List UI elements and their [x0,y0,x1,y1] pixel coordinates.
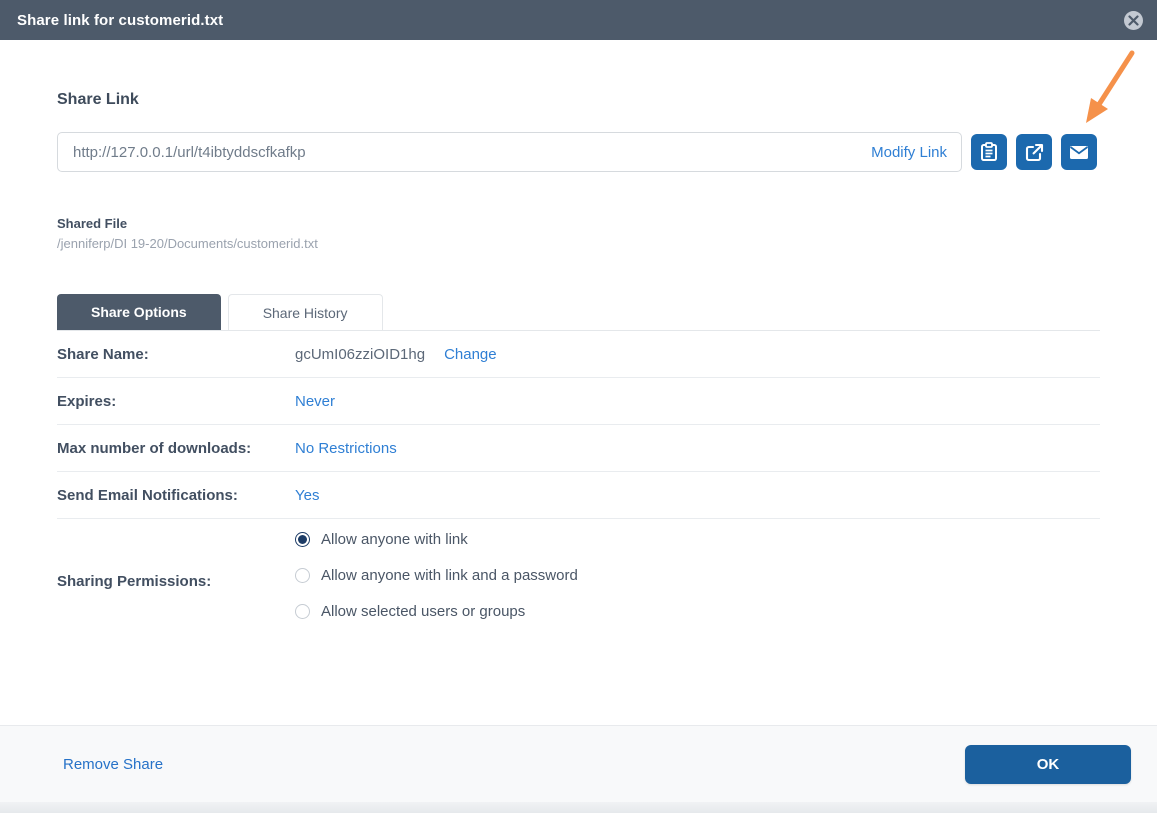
radio-allow-selected-users-or-groups[interactable]: Allow selected users or groups [295,603,578,620]
share-name-row: Share Name: gcUmI06zziOID1hg Change [57,331,1100,378]
shared-file-path: /jenniferp/DI 19-20/Documents/customerid… [57,236,1100,251]
share-name-value: gcUmI06zziOID1hg [295,346,425,363]
email-notifications-row: Send Email Notifications: Yes [57,472,1100,519]
dialog-title: Share link for customerid.txt [17,12,223,29]
copy-link-button[interactable] [971,134,1007,170]
tab-share-options[interactable]: Share Options [57,294,221,330]
share-link-input[interactable]: http://127.0.0.1/url/t4ibtyddscfkafkp Mo… [57,132,962,172]
dialog-footer: Remove Share OK [0,725,1157,802]
radio-allow-anyone-with-link-and-password[interactable]: Allow anyone with link and a password [295,567,578,584]
copy-clipboard-icon [980,142,998,162]
radio-unselected-icon[interactable] [295,568,310,583]
remove-share-link[interactable]: Remove Share [63,756,163,773]
expires-row: Expires: Never [57,378,1100,425]
radio-selected-icon[interactable] [295,532,310,547]
max-downloads-label: Max number of downloads: [57,440,295,457]
share-url-text: http://127.0.0.1/url/t4ibtyddscfkafkp [73,144,871,161]
dialog-body: Share Link http://127.0.0.1/url/t4ibtydd… [57,40,1100,639]
share-name-label: Share Name: [57,346,295,363]
shared-file-section: Shared File /jenniferp/DI 19-20/Document… [57,216,1100,251]
page-background-strip [0,802,1157,813]
open-link-button[interactable] [1016,134,1052,170]
email-notifications-value-link[interactable]: Yes [295,487,319,504]
max-downloads-value-link[interactable]: No Restrictions [295,440,397,457]
email-envelope-icon [1069,145,1089,160]
shared-file-label: Shared File [57,216,1100,231]
email-link-button[interactable] [1061,134,1097,170]
expires-label: Expires: [57,393,295,410]
dialog-header: Share link for customerid.txt [0,0,1157,40]
max-downloads-row: Max number of downloads: No Restrictions [57,425,1100,472]
tab-bar: Share Options Share History [57,294,1100,331]
radio-unselected-icon[interactable] [295,604,310,619]
modify-link-button[interactable]: Modify Link [871,144,947,161]
sharing-permissions-options: Allow anyone with link Allow anyone with… [295,531,578,639]
radio-label: Allow anyone with link and a password [321,567,578,584]
email-notifications-label: Send Email Notifications: [57,487,295,504]
radio-label: Allow selected users or groups [321,603,525,620]
sharing-permissions-row: Sharing Permissions: Allow anyone with l… [57,519,1100,639]
ok-button[interactable]: OK [965,745,1131,784]
expires-value-link[interactable]: Never [295,393,335,410]
radio-allow-anyone-with-link[interactable]: Allow anyone with link [295,531,578,548]
close-icon[interactable] [1124,11,1143,30]
share-link-dialog: Share link for customerid.txt Share Link… [0,0,1157,813]
change-share-name-link[interactable]: Change [444,346,497,363]
share-link-row: http://127.0.0.1/url/t4ibtyddscfkafkp Mo… [57,132,1100,172]
tab-share-history[interactable]: Share History [228,294,383,330]
open-link-icon [1025,143,1044,162]
share-link-heading: Share Link [57,91,1100,109]
sharing-permissions-label: Sharing Permissions: [57,573,295,598]
radio-label: Allow anyone with link [321,531,468,548]
